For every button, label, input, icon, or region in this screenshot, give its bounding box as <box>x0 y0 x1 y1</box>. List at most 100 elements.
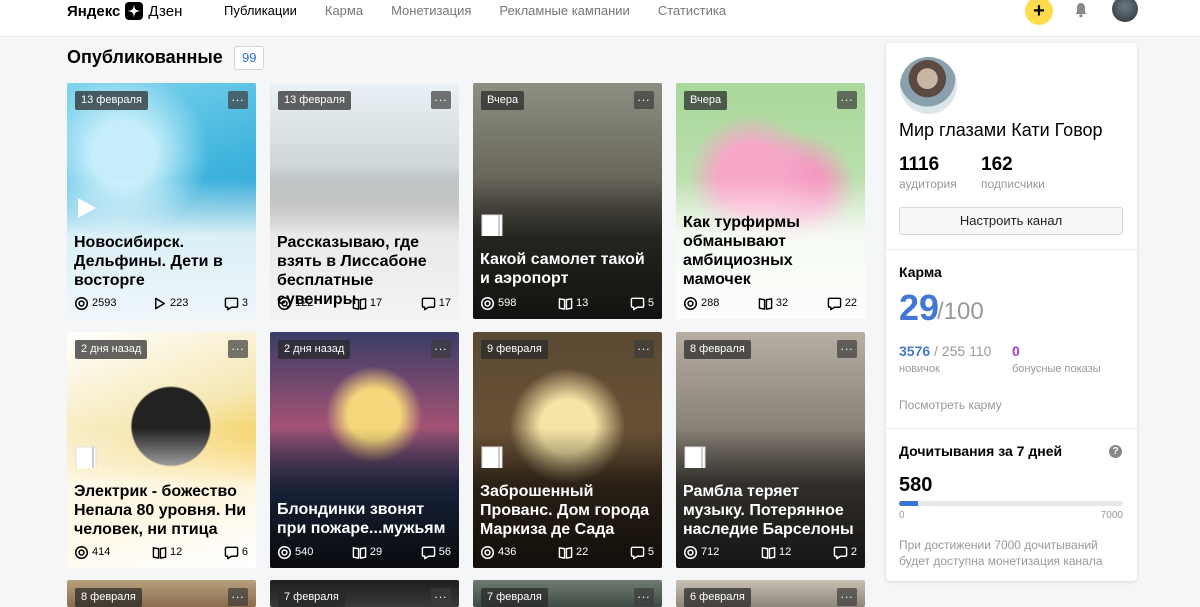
article-icon <box>684 446 706 470</box>
card-stat: 12 <box>152 545 182 560</box>
book-icon <box>558 296 573 311</box>
views-icon <box>480 545 495 560</box>
more-options-icon[interactable]: ... <box>228 91 248 109</box>
card-stats: 288 32 22 <box>683 295 857 311</box>
card-title[interactable]: Как турфирмы обманывают амбициозных мамо… <box>683 213 857 289</box>
publication-card[interactable]: 2 дня назад... Блондинки звонят при пожар… <box>270 332 459 568</box>
zen-logo-icon <box>125 2 144 20</box>
publication-card[interactable]: 8 февраля... Рамбла теряет музыку. Потеря… <box>676 332 865 568</box>
tab-monetization[interactable]: Монетизация <box>391 3 471 18</box>
publication-card[interactable]: 2 дня назад... Электрик - божество Непала… <box>67 332 256 568</box>
card-stat: 12 <box>761 545 791 560</box>
publication-card[interactable]: 13 февраля... Рассказываю, где взять в Ли… <box>270 83 459 319</box>
more-options-icon[interactable]: ... <box>228 588 248 606</box>
card-stat: 56 <box>421 545 451 560</box>
publication-card[interactable]: 6 февраля... <box>676 580 865 607</box>
play-icon <box>75 197 97 219</box>
book-icon <box>152 545 167 560</box>
help-icon[interactable]: ? <box>1109 445 1122 458</box>
more-options-icon[interactable]: ... <box>837 340 857 358</box>
publication-card[interactable]: 9 февраля... Заброшенный Прованс. Дом гор… <box>473 332 662 568</box>
book-icon <box>558 545 573 560</box>
card-title[interactable]: Новосибирск. Дельфины. Дети в восторге <box>74 233 248 290</box>
card-stat: 32 <box>758 296 788 311</box>
card-date-badge: 13 февраля <box>278 91 351 110</box>
card-title[interactable]: Блондинки звонят при пожаре...мужьям <box>277 500 451 538</box>
more-options-icon[interactable]: ... <box>228 340 248 358</box>
card-stat: 712 <box>683 545 719 560</box>
publication-card[interactable]: 13 февраля... Новосибирск. Дельфины. Дети… <box>67 83 256 319</box>
comment-icon <box>827 296 842 311</box>
card-title[interactable]: Электрик - божество Непала 80 уровня. Ни… <box>74 482 248 539</box>
card-stat: 5 <box>630 545 654 560</box>
more-options-icon[interactable]: ... <box>431 340 451 358</box>
stat-value: 17 <box>438 297 451 309</box>
more-options-icon[interactable]: ... <box>431 588 451 606</box>
article-icon <box>481 214 503 238</box>
karma-max: /100 <box>937 298 984 325</box>
stat-value: 712 <box>701 546 720 558</box>
card-stats: 712 12 2 <box>683 544 857 560</box>
stat-value: 12 <box>169 546 183 558</box>
more-options-icon[interactable]: ... <box>634 588 654 606</box>
stat-value: 32 <box>775 297 789 309</box>
bell-icon[interactable] <box>1073 2 1089 18</box>
more-options-icon[interactable]: ... <box>431 91 451 109</box>
karma-value: 29 <box>899 287 940 328</box>
card-stat: 29 <box>352 545 382 560</box>
create-publication-button[interactable]: + <box>1025 0 1053 25</box>
divider <box>886 249 1137 250</box>
views-icon <box>480 296 495 311</box>
card-date-badge: 2 дня назад <box>75 340 148 359</box>
user-avatar[interactable] <box>1112 0 1138 22</box>
stat-value: 598 <box>498 297 517 309</box>
main-nav: Публикации Карма Монетизация Рекламные к… <box>224 3 754 18</box>
publication-card[interactable]: Вчера... Какой самолет такой и аэропорт 59… <box>473 83 662 319</box>
card-stat: 6 <box>224 545 248 560</box>
progress-min: 0 <box>899 510 905 521</box>
publication-card[interactable]: Вчера... Как турфирмы обманывают амбициоз… <box>676 83 865 319</box>
channel-avatar[interactable] <box>900 57 957 114</box>
more-options-icon[interactable]: ... <box>837 91 857 109</box>
tab-ad-campaigns[interactable]: Рекламные кампании <box>499 3 629 18</box>
stat-value: 122 <box>295 297 314 309</box>
card-stat: 288 <box>683 296 719 311</box>
publication-card[interactable]: 7 февраля... <box>270 580 459 607</box>
comment-icon <box>421 296 436 311</box>
view-karma-link[interactable]: Посмотреть карму <box>899 398 1002 412</box>
stat-value: 5 <box>647 546 654 558</box>
card-stats: 598 13 5 <box>480 295 654 311</box>
card-stat: 414 <box>74 545 110 560</box>
bonus-label: бонусные показы <box>1012 363 1101 375</box>
card-title[interactable]: Заброшенный Прованс. Дом города Маркиза … <box>480 482 654 539</box>
stat-value: 29 <box>369 546 383 558</box>
views-icon <box>683 296 698 311</box>
tab-karma[interactable]: Карма <box>325 3 363 18</box>
publication-card[interactable]: 7 февраля... <box>473 580 662 607</box>
card-stat: 22 <box>558 545 588 560</box>
card-stat: 2593 <box>74 296 116 311</box>
comment-icon <box>630 296 645 311</box>
more-options-icon[interactable]: ... <box>634 340 654 358</box>
newbie-max: / 255 110 <box>930 343 992 359</box>
more-options-icon[interactable]: ... <box>634 91 654 109</box>
tab-publications[interactable]: Публикации <box>224 3 297 18</box>
card-title[interactable]: Рамбла теряет музыку. Потерянное наследи… <box>683 482 857 539</box>
tab-statistics[interactable]: Статистика <box>658 3 726 18</box>
reads-progress-bar <box>899 501 1123 506</box>
yandex-zen-logo[interactable]: Яндекс Дзен <box>67 0 182 22</box>
stat-value: 56 <box>438 546 451 558</box>
more-options-icon[interactable]: ... <box>837 588 857 606</box>
stat-value: 22 <box>575 546 589 558</box>
stat-value: 436 <box>498 546 517 558</box>
card-date-badge: 8 февраля <box>684 340 751 359</box>
setup-channel-button[interactable]: Настроить канал <box>899 207 1123 235</box>
views-icon <box>277 296 292 311</box>
views-icon <box>683 545 698 560</box>
card-title[interactable]: Какой самолет такой и аэропорт <box>480 250 654 288</box>
card-date-badge: 6 февраля <box>684 588 751 607</box>
card-stat: 17 <box>421 296 451 311</box>
publication-card[interactable]: 8 февраля... <box>67 580 256 607</box>
comment-icon <box>630 545 645 560</box>
audience-label: аудитория <box>899 177 957 191</box>
